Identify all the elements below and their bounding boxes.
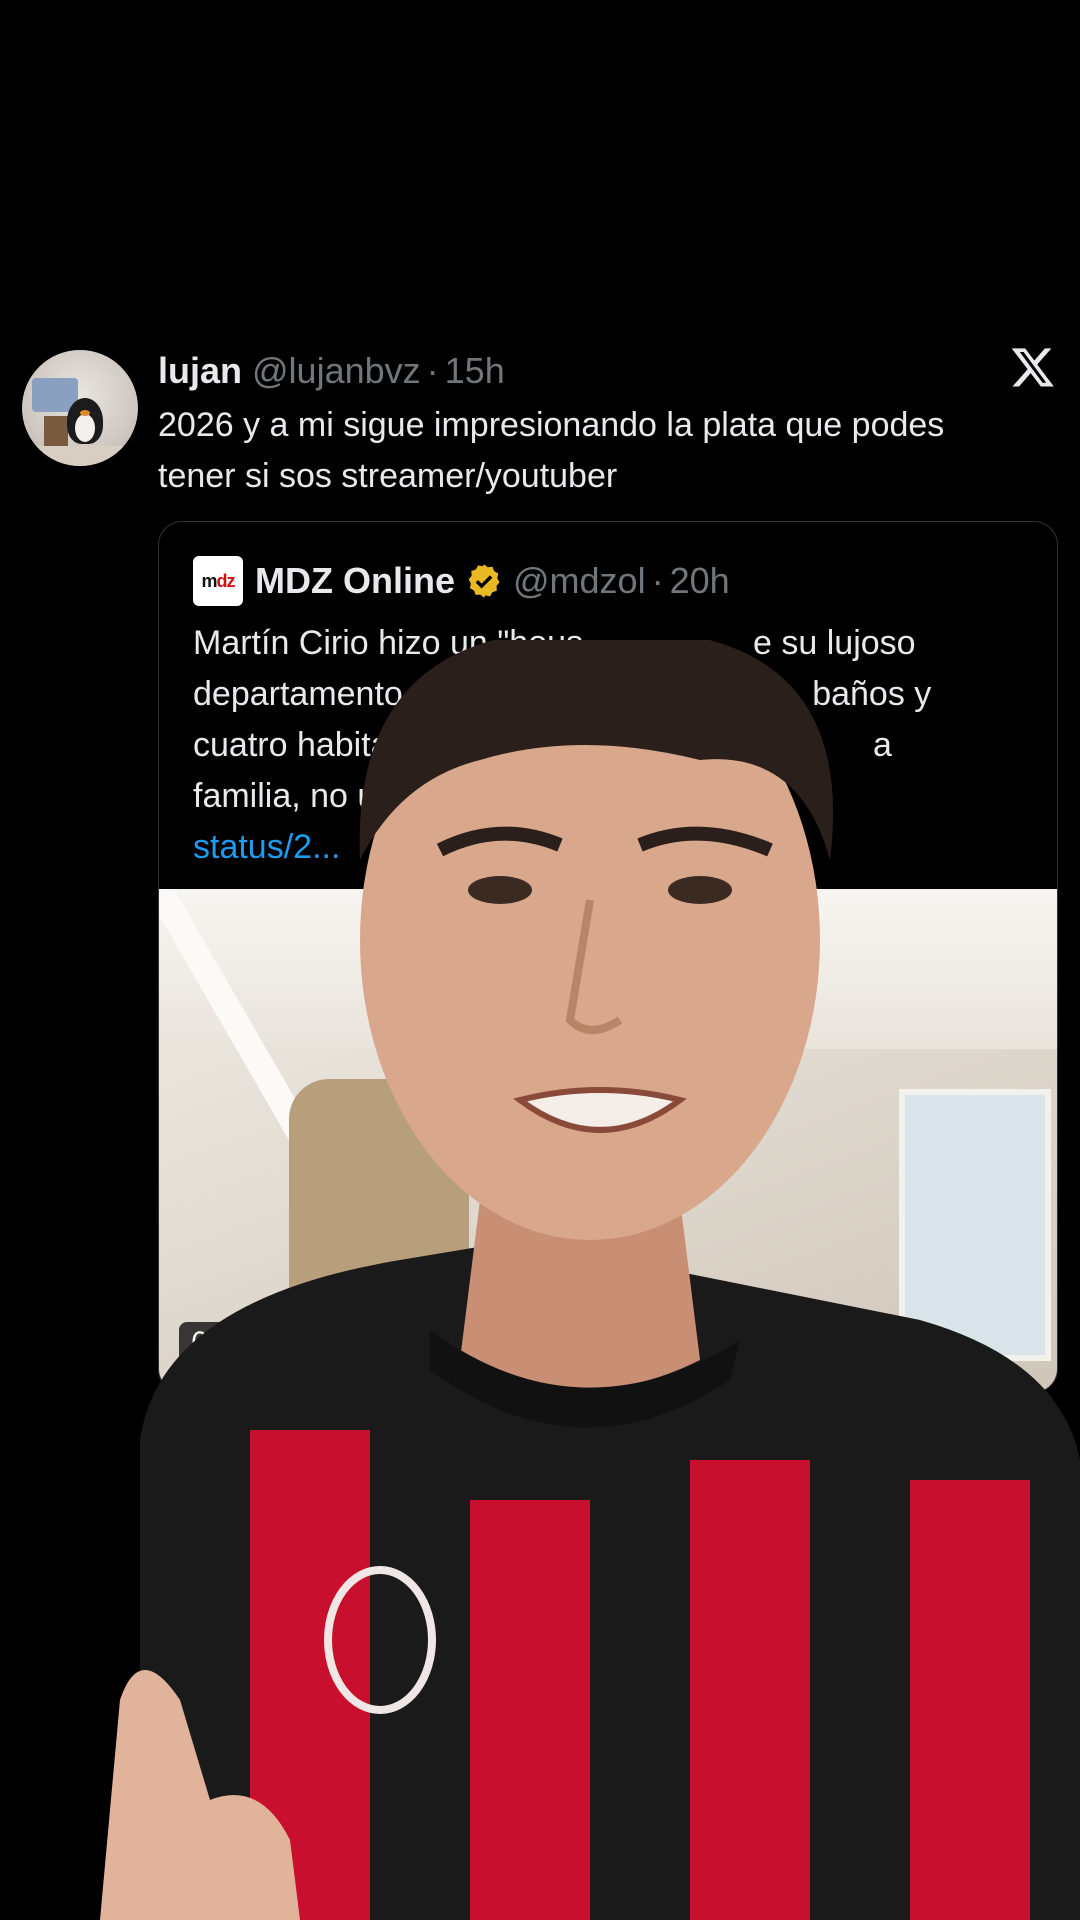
separator: · — [651, 560, 664, 601]
quoted-handle[interactable]: @mdzol — [513, 560, 646, 602]
tweet-header: lujan @lujanbvz · 15h — [158, 350, 505, 394]
mdz-logo-icon[interactable]: mdz — [193, 556, 243, 606]
display-name[interactable]: lujan — [158, 350, 242, 392]
quoted-time[interactable]: 20h — [670, 560, 730, 602]
separator: · — [426, 350, 439, 391]
user-avatar[interactable] — [22, 350, 138, 466]
x-logo-icon — [1011, 348, 1054, 387]
tweet-time[interactable]: 15h — [445, 350, 505, 392]
quoted-tweet-header: mdz MDZ Online @mdzol · 20h — [193, 556, 730, 606]
verified-badge-icon — [468, 564, 500, 598]
quoted-display-name[interactable]: MDZ Online — [255, 560, 455, 602]
user-handle[interactable]: @lujanbvz — [252, 350, 421, 392]
person-overlay — [100, 640, 1080, 1920]
tweet-text: 2026 y a mi sigue impresionando la plata… — [158, 406, 945, 495]
